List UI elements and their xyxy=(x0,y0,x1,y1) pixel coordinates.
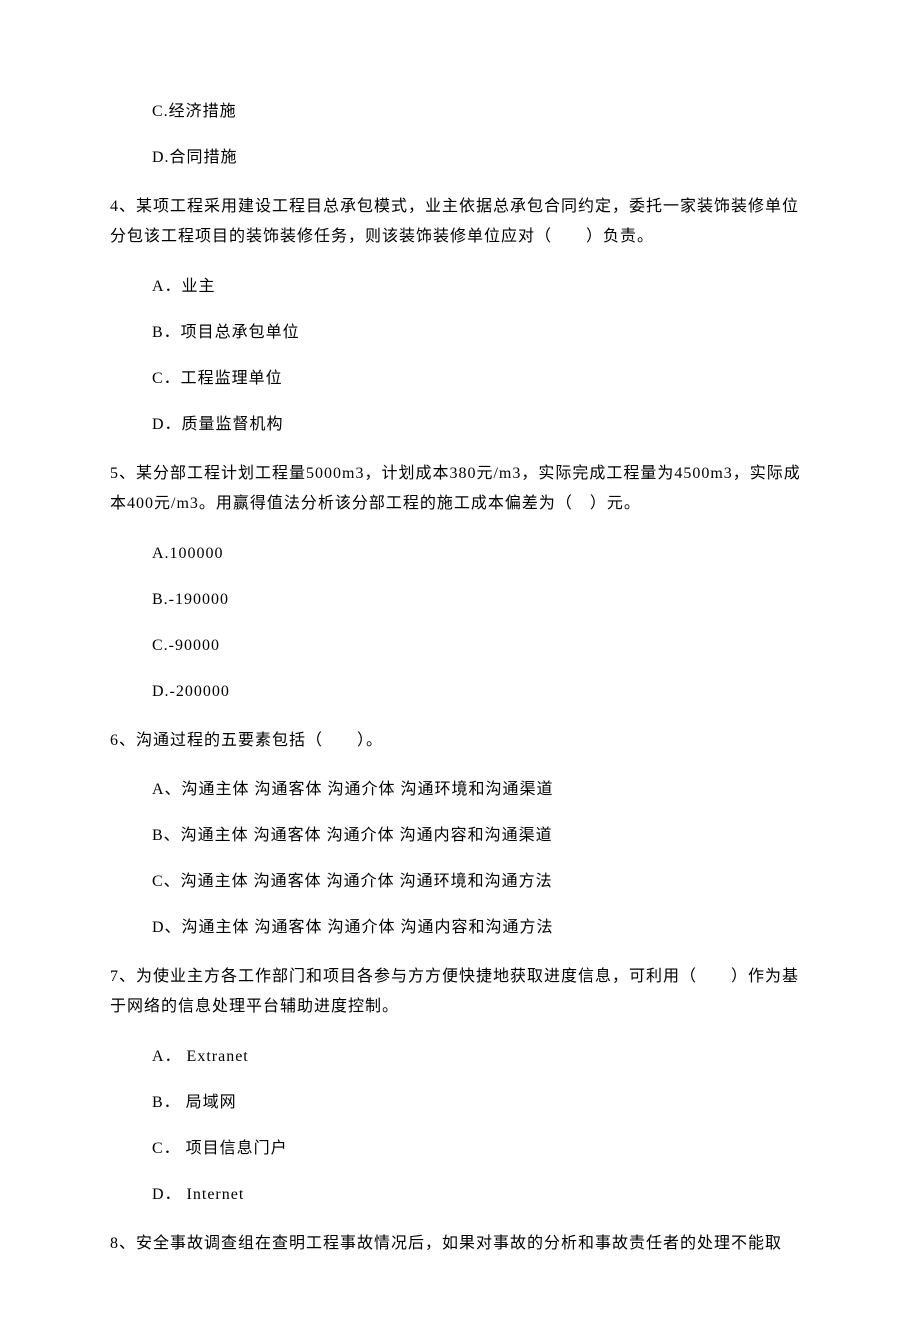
option-a: A、沟通主体 沟通客体 沟通介体 沟通环境和沟通渠道 xyxy=(110,778,810,802)
option-c: C.经济措施 xyxy=(110,100,810,124)
option-c: C.-90000 xyxy=(110,634,810,658)
option-b: B．项目总承包单位 xyxy=(110,321,810,345)
option-b: B． 局域网 xyxy=(110,1091,810,1115)
question-stem: 5、某分部工程计划工程量5000m3，计划成本380元/m3，实际完成工程量为4… xyxy=(110,459,810,520)
option-b: B、沟通主体 沟通客体 沟通介体 沟通内容和沟通渠道 xyxy=(110,824,810,848)
option-d: D．质量监督机构 xyxy=(110,413,810,437)
option-a: A．业主 xyxy=(110,275,810,299)
option-d: D.合同措施 xyxy=(110,146,810,170)
question-stem: 8、安全事故调查组在查明工程事故情况后，如果对事故的分析和事故责任者的处理不能取 xyxy=(110,1229,810,1259)
question-5: 5、某分部工程计划工程量5000m3，计划成本380元/m3，实际完成工程量为4… xyxy=(110,459,810,704)
option-c: C、沟通主体 沟通客体 沟通介体 沟通环境和沟通方法 xyxy=(110,870,810,894)
option-c: C． 项目信息门户 xyxy=(110,1137,810,1161)
option-d: D.-200000 xyxy=(110,680,810,704)
question-7: 7、为使业主方各工作部门和项目各参与方方便快捷地获取进度信息，可利用（ ）作为基… xyxy=(110,962,810,1207)
question-4: 4、某项工程采用建设工程目总承包模式，业主依据总承包合同约定，委托一家装饰装修单… xyxy=(110,192,810,437)
question-6: 6、沟通过程的五要素包括（ ）。 A、沟通主体 沟通客体 沟通介体 沟通环境和沟… xyxy=(110,726,810,940)
option-c: C．工程监理单位 xyxy=(110,367,810,391)
option-d: D、沟通主体 沟通客体 沟通介体 沟通内容和沟通方法 xyxy=(110,916,810,940)
question-8: 8、安全事故调查组在查明工程事故情况后，如果对事故的分析和事故责任者的处理不能取 xyxy=(110,1229,810,1259)
option-a: A.100000 xyxy=(110,542,810,566)
option-a: A． Extranet xyxy=(110,1045,810,1069)
option-b: B.-190000 xyxy=(110,588,810,612)
question-stem: 4、某项工程采用建设工程目总承包模式，业主依据总承包合同约定，委托一家装饰装修单… xyxy=(110,192,810,253)
question-stem: 6、沟通过程的五要素包括（ ）。 xyxy=(110,726,810,756)
question-partial-top: C.经济措施 D.合同措施 xyxy=(110,100,810,170)
option-d: D． Internet xyxy=(110,1183,810,1207)
question-stem: 7、为使业主方各工作部门和项目各参与方方便快捷地获取进度信息，可利用（ ）作为基… xyxy=(110,962,810,1023)
